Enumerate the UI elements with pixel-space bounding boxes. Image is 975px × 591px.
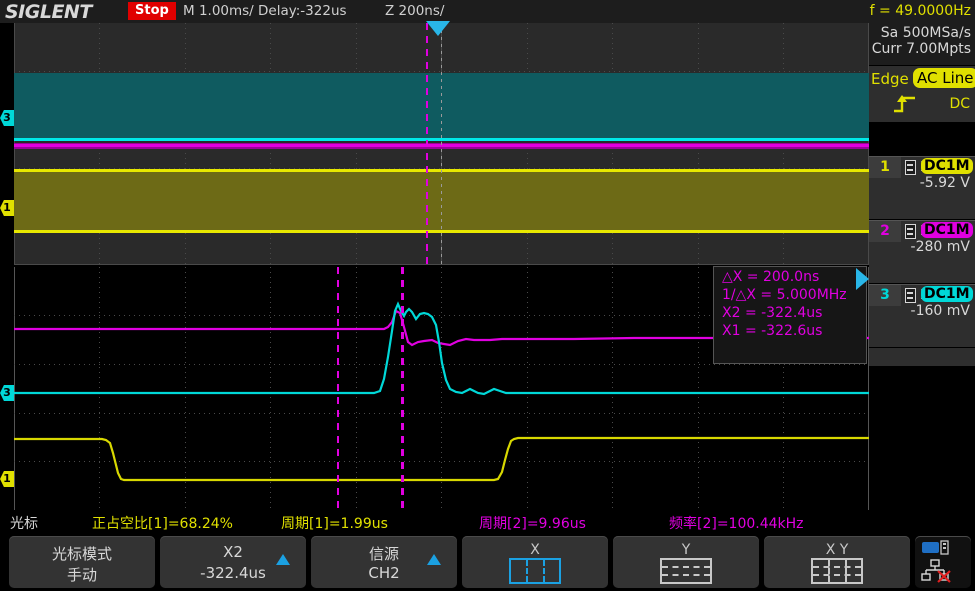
menu-button-y-cursor[interactable]: Y [613,536,759,588]
cursor-x2-line[interactable] [401,267,404,510]
bandwidth-limit-icon[interactable] [905,288,916,303]
channel1-waveform [14,438,869,480]
x-cursor-icon: X [509,544,561,584]
trigger-coupling-label[interactable]: DC [949,96,970,112]
up-arrow-icon[interactable] [427,554,441,565]
channel-3-panel[interactable]: 3 DC1M 2.00 V/ -160 mV [869,285,975,347]
channel-1-number[interactable]: 1 [869,157,901,178]
bandwidth-limit-icon[interactable] [905,160,916,175]
trigger-panel[interactable]: Edge AC Line DC [869,66,975,122]
sidebar-filler [869,348,975,366]
menu-button-status-icons[interactable] [915,536,971,588]
channel-3-coupling[interactable]: DC1M [921,286,973,302]
y-cursor-icon-label: Y [660,544,712,557]
memory-depth-readout: Curr 7.00Mpts [869,41,975,57]
menu-button-xy-cursor[interactable]: X Y [764,536,910,588]
menu-label-line2: -322.4us [160,564,306,582]
main-timebase-view[interactable] [14,23,869,265]
trigger-delay-tick [441,23,442,265]
trigger-type-row[interactable]: Edge AC Line [869,66,975,92]
cursor-x1-line[interactable] [337,267,339,510]
channel-2-header[interactable]: 2 DC1M [869,221,975,242]
oscilloscope-screen: SIGLENT Stop M 1.00ms/ Delay:-322us Z 20… [0,0,975,591]
measurement-bar: 光标 正占空比[1]=68.24% 周期[1]=1.99us 周期[2]=9.9… [0,511,975,533]
y-cursor-icon: Y [660,544,712,584]
x-cursor-icon-box [509,558,561,584]
network-disconnected-icon [922,560,950,582]
channel-2-number[interactable]: 2 [869,221,901,242]
top-status-bar: SIGLENT Stop M 1.00ms/ Delay:-322us Z 20… [0,0,975,23]
menu-button-cursor-mode[interactable]: 光标模式 手动 [9,536,155,588]
measurement-item-duty-ch1[interactable]: 正占空比[1]=68.24% [92,513,233,533]
rising-edge-icon [891,93,921,115]
trigger-type-label: Edge [871,70,909,88]
xy-cursor-icon: X Y [811,544,863,584]
frequency-counter-readout: f = 49.0000Hz [870,3,971,19]
cursor-inv-delta-x: 1/△X = 5.000MHz [722,287,866,303]
sample-rate-readout: Sa 500MSa/s [869,23,975,41]
brand-logo: SIGLENT [5,1,92,23]
menu-button-x2-cursor[interactable]: X2 -322.4us [160,536,306,588]
measurement-item-period-ch1[interactable]: 周期[1]=1.99us [281,513,388,533]
xy-cursor-icon-label: X Y [811,544,863,557]
timebase-readout[interactable]: M 1.00ms/ Delay:-322us [183,3,347,19]
trigger-position-marker[interactable] [426,21,450,36]
cursor-x2-value: X2 = -322.4us [722,305,866,321]
bandwidth-limit-icon[interactable] [905,224,916,239]
channel-2-coupling[interactable]: DC1M [921,222,973,238]
usb-storage-icon [922,541,948,554]
up-arrow-icon[interactable] [276,554,290,565]
channel-1-header[interactable]: 1 DC1M [869,157,975,178]
run-stop-button[interactable]: Stop [128,2,176,20]
channel-1-coupling[interactable]: DC1M [921,158,973,174]
menu-label-line1: 光标模式 [9,543,155,564]
cursor-info-box[interactable]: △X = 200.0ns 1/△X = 5.000MHz X2 = -322.4… [713,266,867,364]
y-cursor-icon-box [660,558,712,584]
cursor-box-expand-arrow-icon[interactable] [856,268,869,290]
bottom-menu-bar: 光标模式 手动 X2 -322.4us 信源 CH2 X Y [0,533,975,591]
acquisition-info: Sa 500MSa/s Curr 7.00Mpts [869,23,975,65]
menu-button-x-cursor[interactable]: X [462,536,608,588]
cursor-x1-value: X1 = -322.6us [722,323,866,339]
channel-1-panel[interactable]: 1 DC1M 2.00 V/ -5.92 V [869,157,975,219]
x-cursor-icon-label: X [509,544,561,557]
channel-2-panel[interactable]: 2 DC1M 2.00 V/ -280 mV [869,221,975,283]
trigger-source-badge[interactable]: AC Line [913,68,975,88]
measurement-item-period-ch2[interactable]: 周期[2]=9.96us [479,513,586,533]
cursor-line-main[interactable] [426,23,428,265]
right-sidebar: Sa 500MSa/s Curr 7.00Mpts Edge AC Line D… [869,23,975,510]
channel-3-header[interactable]: 3 DC1M [869,285,975,306]
status-icon-group [919,538,963,584]
menu-label-line2: 手动 [9,564,155,585]
menu-button-source[interactable]: 信源 CH2 [311,536,457,588]
measurement-item-freq-ch2[interactable]: 频率[2]=100.44kHz [669,513,804,533]
zoom-timebase-readout[interactable]: Z 200ns/ [385,3,444,19]
left-margin-strip [0,23,14,510]
measurement-bar-title: 光标 [10,513,38,533]
channel-3-number[interactable]: 3 [869,285,901,306]
xy-cursor-icon-box [811,558,863,584]
menu-label-line2: CH2 [311,564,457,582]
cursor-delta-x: △X = 200.0ns [722,269,866,285]
